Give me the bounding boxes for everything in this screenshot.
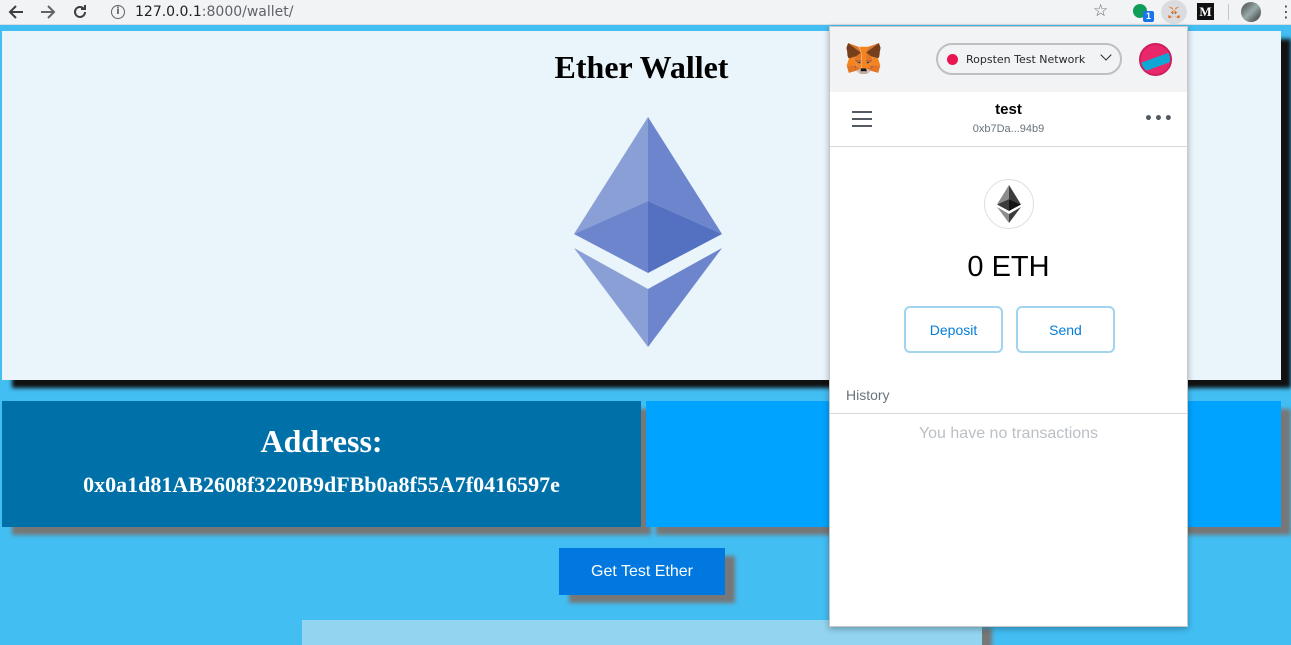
address-bar[interactable]: i 127.0.0.1:8000/wallet/ [103,1,1123,23]
back-arrow-icon[interactable] [5,2,27,22]
browser-toolbar: i 127.0.0.1:8000/wallet/ ☆ 1 M ⋮ [0,0,1291,25]
balance-amount: 0 ETH [967,251,1050,283]
extension-badge: 1 [1143,11,1155,22]
metamask-header: Ropsten Test Network [830,27,1187,92]
network-label: Ropsten Test Network [966,52,1086,66]
get-test-ether-button[interactable]: Get Test Ether [559,548,725,595]
account-bar: test 0xb7Da...94b9 ••• [830,92,1187,147]
ethereum-logo-icon [574,117,722,352]
info-icon[interactable]: i [111,5,125,19]
chevron-down-icon [1100,49,1112,61]
deposit-button[interactable]: Deposit [904,306,1003,353]
bookmark-star-icon[interactable]: ☆ [1093,1,1108,21]
url-host: 127.0.0.1 [135,4,202,20]
network-status-dot [947,53,958,65]
forward-arrow-icon[interactable] [37,2,59,22]
url-text: 127.0.0.1:8000/wallet/ [135,4,294,20]
account-name: test [995,101,1022,118]
send-button[interactable]: Send [1016,306,1115,353]
address-value: 0x0a1d81AB2608f3220B9dFBb0a8f55A7f041659… [83,472,560,497]
history-divider [830,413,1187,414]
address-card: Address: 0x0a1d81AB2608f3220B9dFBb0a8f55… [2,401,641,527]
browser-menu-icon[interactable]: ⋮ [1278,2,1291,21]
address-label: Address: [260,423,383,459]
network-selector[interactable]: Ropsten Test Network [936,43,1122,75]
url-path: :8000/wallet/ [201,4,294,20]
metamask-extension-icon[interactable] [1161,0,1187,24]
metamask-fox-icon[interactable] [846,42,881,79]
account-address[interactable]: 0xb7Da...94b9 [830,123,1187,135]
more-options-icon[interactable]: ••• [1144,111,1174,127]
reload-icon[interactable] [69,2,91,22]
history-label: History [846,387,890,403]
account-avatar[interactable] [1139,43,1172,76]
medium-extension-icon[interactable]: M [1197,3,1214,20]
metamask-popup: Ropsten Test Network test 0xb7Da...94b9 … [829,26,1188,627]
no-transactions-text: You have no transactions [918,425,1099,442]
toolbar-separator [1228,4,1229,20]
profile-avatar[interactable] [1241,2,1261,22]
eth-token-icon [984,179,1034,229]
